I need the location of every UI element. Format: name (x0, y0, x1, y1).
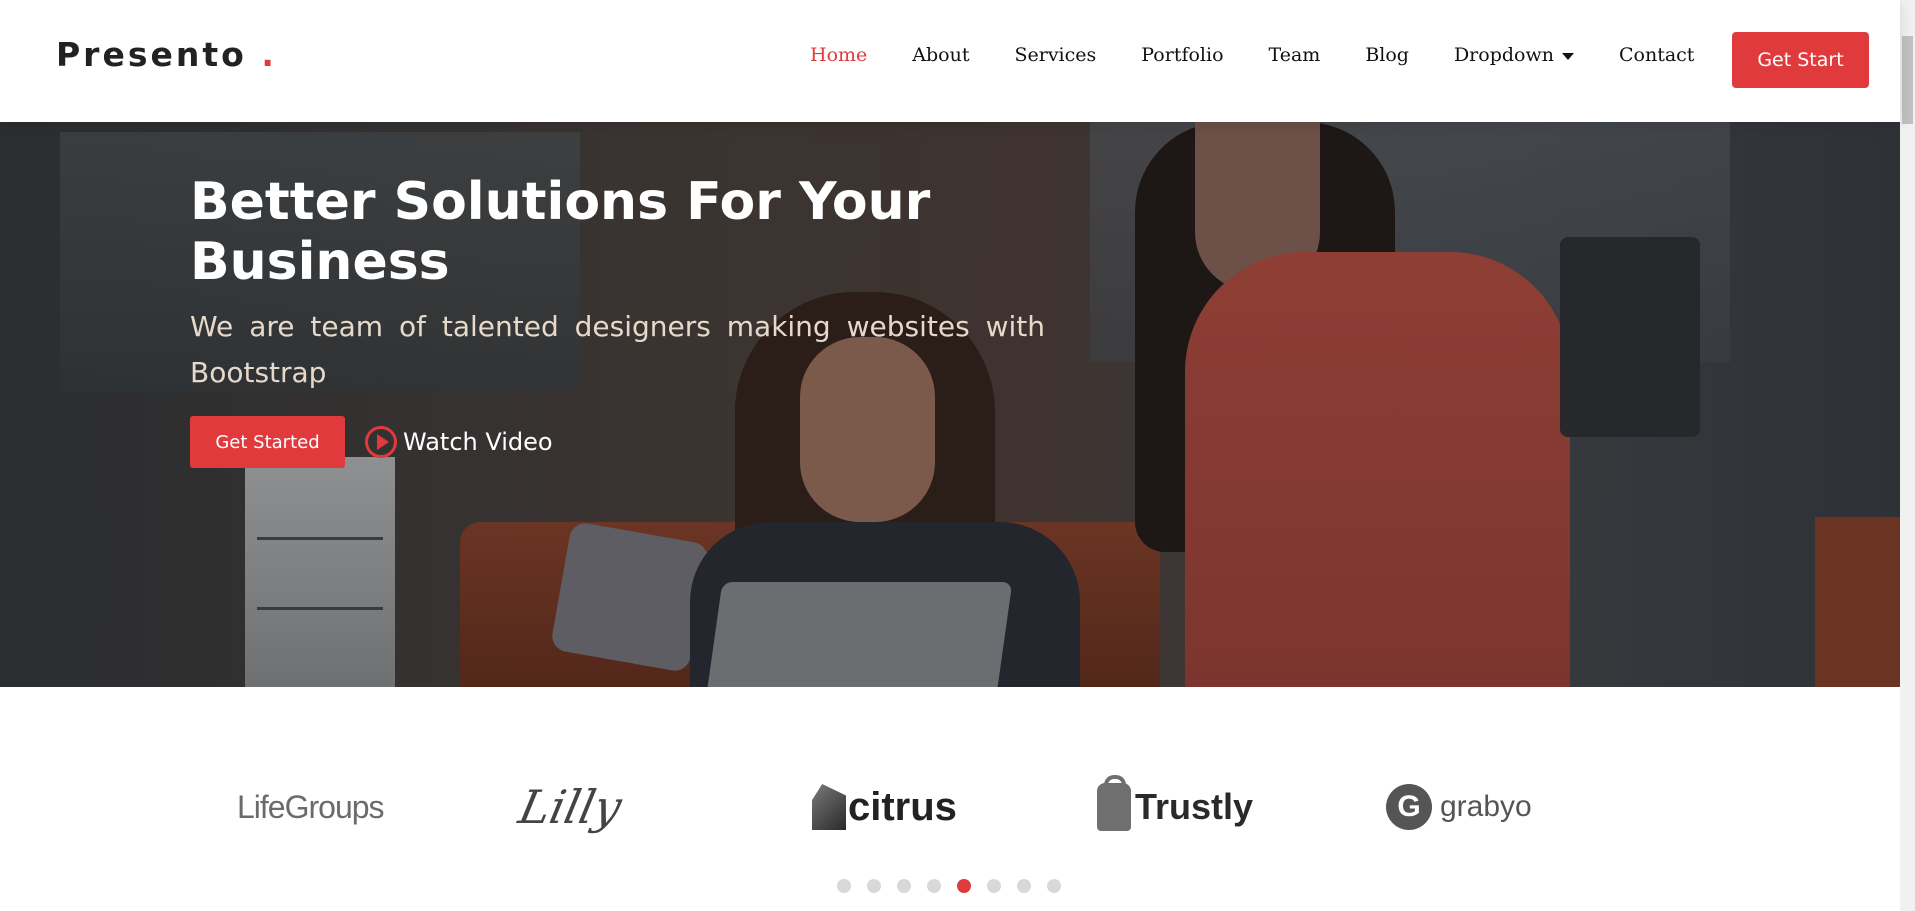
caret-down-icon (1561, 52, 1574, 60)
client-logo-text: citrus (848, 784, 957, 829)
hero-actions: Get Started Watch Video (190, 416, 1045, 468)
page-scrollbar[interactable] (1900, 0, 1915, 911)
get-start-button[interactable]: Get Start (1732, 32, 1869, 88)
nav-item-portfolio[interactable]: Portfolio (1141, 44, 1223, 66)
main-nav: Home About Services Portfolio Team Blog … (810, 44, 1739, 66)
carousel-dot[interactable] (867, 879, 881, 893)
nav-item-team[interactable]: Team (1269, 44, 1321, 66)
nav-dropdown-label: Dropdown (1453, 44, 1554, 66)
hero-photo-cabinet (245, 457, 395, 687)
carousel-dots (837, 879, 1077, 893)
carousel-dot-active[interactable] (957, 879, 971, 893)
hero-photo-person (1185, 252, 1570, 687)
client-logo-text: LifeGroups (237, 788, 385, 825)
citrus-mark-icon (812, 784, 846, 830)
hero-photo-pillow (549, 520, 711, 674)
nav-item-blog[interactable]: Blog (1365, 44, 1409, 66)
carousel-dot[interactable] (927, 879, 941, 893)
carousel-dot[interactable] (837, 879, 851, 893)
client-logo-citrus[interactable]: citrus (812, 777, 957, 837)
client-logo-text: Trustly (1135, 786, 1254, 827)
lock-icon (1097, 775, 1131, 831)
carousel-dot[interactable] (897, 879, 911, 893)
brand-name: Presento (56, 35, 247, 74)
carousel-dot[interactable] (1047, 879, 1061, 893)
hero-photo-laptop (707, 582, 1013, 687)
play-icon (365, 426, 397, 458)
watch-video-label: Watch Video (403, 428, 553, 456)
grabyo-mark-icon: G (1386, 784, 1432, 830)
hero-subtitle: We are team of talented designers making… (190, 310, 1045, 389)
client-logo-text: grabyo (1440, 790, 1532, 823)
site-header: Presento . Home About Services Portfolio… (0, 0, 1900, 122)
nav-item-dropdown[interactable]: Dropdown (1454, 44, 1574, 66)
watch-video-link[interactable]: Watch Video (365, 426, 553, 458)
hero-content: Better Solutions For Your Business We ar… (190, 172, 1045, 468)
carousel-dot[interactable] (987, 879, 1001, 893)
nav-item-services[interactable]: Services (1014, 44, 1096, 66)
client-logo-lifegroups[interactable]: LifeGroups (237, 777, 385, 837)
clients-section: LifeGroups Lilly citrus Trustly G grabyo (0, 687, 1900, 911)
brand-dot: . (261, 35, 277, 74)
hero-title: Better Solutions For Your Business (190, 172, 931, 292)
carousel-dot[interactable] (1017, 879, 1031, 893)
client-logo-text: Lilly (514, 780, 627, 834)
nav-item-about[interactable]: About (912, 44, 969, 66)
hero-section: Better Solutions For Your Business We ar… (0, 122, 1900, 687)
client-logo-trustly[interactable]: Trustly (1097, 775, 1254, 837)
hero-photo-chair (1815, 517, 1900, 687)
nav-item-home[interactable]: Home (810, 44, 867, 66)
nav-item-contact[interactable]: Contact (1619, 44, 1694, 66)
scrollbar-thumb[interactable] (1902, 36, 1913, 124)
brand-logo[interactable]: Presento . (56, 35, 277, 74)
hero-photo-chair (1560, 237, 1700, 437)
get-started-button[interactable]: Get Started (190, 416, 345, 468)
client-logo-grabyo[interactable]: G grabyo (1386, 777, 1532, 837)
client-logo-lilly[interactable]: Lilly (514, 777, 627, 837)
